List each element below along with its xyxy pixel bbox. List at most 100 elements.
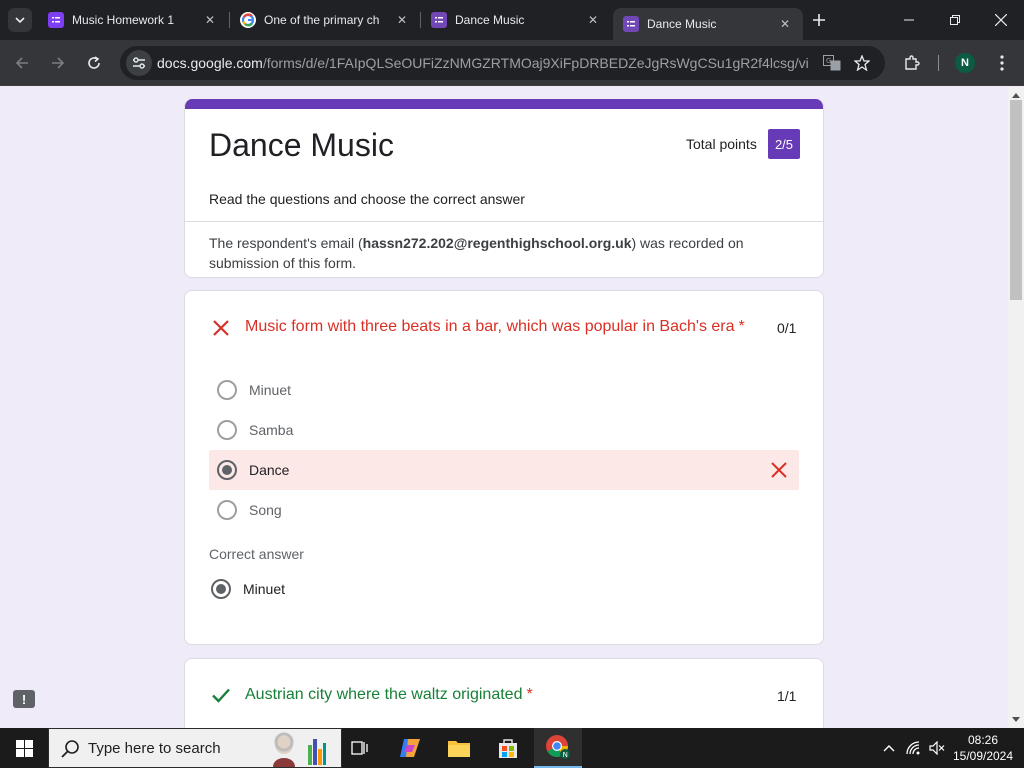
radio-button[interactable] [217,380,237,400]
option-samba[interactable]: Samba [209,410,799,450]
radio-button-checked [211,579,231,599]
svg-text:G: G [826,57,831,65]
chrome-taskbar-button[interactable]: N [534,728,582,768]
task-view-button[interactable] [336,728,384,768]
store-icon [499,739,517,758]
speaker-muted-icon [929,741,945,755]
question-score: 1/1 [777,688,797,704]
restore-icon [950,15,960,25]
tab-title: One of the primary ch [264,13,380,27]
google-g-icon [240,12,256,28]
bookmark-button[interactable] [848,49,876,77]
option-label: Song [249,502,282,518]
close-icon[interactable]: ✕ [585,12,601,28]
option-label: Samba [249,422,294,438]
close-icon[interactable]: ✕ [202,12,218,28]
svg-text:N: N [563,751,568,759]
show-hidden-icons-button[interactable] [878,728,900,768]
form-header-card: Dance Music Total points 2/5 Read the qu… [184,99,824,278]
tab-music-homework[interactable]: Music Homework 1 ✕ [38,6,228,34]
url-text[interactable]: docs.google.com/forms/d/e/1FAIpQLSeOUFiZ… [157,55,809,71]
restore-button[interactable] [932,0,978,40]
email-note-prefix: The respondent's email ( [209,235,363,251]
question-title: Music form with three beats in a bar, wh… [245,318,735,335]
radio-button-checked[interactable] [217,460,237,480]
question-text: Austrian city where the waltz originated… [245,686,533,704]
back-button[interactable] [8,49,36,77]
network-button[interactable] [903,728,925,768]
form-title: Dance Music [209,127,394,163]
minimize-button[interactable] [886,0,932,40]
copilot-button[interactable] [386,728,434,768]
tab-search-result[interactable]: One of the primary ch ✕ [230,6,420,34]
menu-button[interactable] [988,49,1016,77]
site-info-button[interactable] [126,50,152,76]
scroll-down-arrow-icon[interactable] [1012,717,1020,722]
radio-button[interactable] [217,420,237,440]
tab-title: Music Homework 1 [72,13,175,27]
form-description: Read the questions and choose the correc… [209,191,525,207]
reload-button[interactable] [80,49,108,77]
forward-arrow-icon [52,57,65,69]
extensions-button[interactable] [898,49,926,77]
correct-check-icon [212,688,230,703]
accent-band [185,99,823,109]
correct-answer-label: Minuet [243,581,286,597]
google-forms-icon [623,16,639,32]
forward-button[interactable] [44,49,72,77]
chrome-icon: N [546,735,570,759]
profile-avatar[interactable]: N [955,53,975,73]
plus-icon [813,14,825,26]
copilot-icon [400,739,420,757]
tab-title: Dance Music [647,17,717,31]
scrollbar-thumb[interactable] [1010,100,1022,300]
tune-icon [133,57,145,69]
page-scrollbar[interactable] [1008,87,1024,728]
divider [185,221,823,222]
task-view-icon [351,741,368,755]
address-bar[interactable]: docs.google.com/forms/d/e/1FAIpQLSeOUFiZ… [120,46,885,80]
translate-button[interactable]: G [818,49,846,77]
translate-icon: G [823,55,841,71]
report-problem-button[interactable]: ! [13,690,35,708]
close-icon[interactable]: ✕ [394,12,410,28]
tab-dance-music-active[interactable]: Dance Music ✕ [613,8,803,40]
puzzle-icon [905,55,920,70]
required-asterisk: * [738,318,745,335]
microsoft-store-button[interactable] [484,728,532,768]
tab-dance-music[interactable]: Dance Music ✕ [421,6,611,34]
correct-answer-header: Correct answer [209,546,304,562]
back-arrow-icon [15,57,28,69]
volume-button[interactable] [926,728,948,768]
scroll-up-arrow-icon[interactable] [1012,93,1020,98]
new-tab-button[interactable] [809,10,829,30]
question-card-2: Austrian city where the waltz originated… [184,658,824,728]
google-forms-icon [431,12,447,28]
total-points-label: Total points [686,136,757,152]
radio-button[interactable] [217,500,237,520]
tab-search-button[interactable] [8,8,32,32]
question-title: Austrian city where the waltz originated [245,686,523,703]
taskbar-search[interactable]: Type here to search [48,728,342,768]
wifi-icon [906,741,920,755]
close-icon[interactable]: ✕ [777,16,793,32]
close-window-button[interactable] [978,0,1024,40]
file-explorer-button[interactable] [435,728,483,768]
url-domain: docs.google.com [157,55,263,71]
option-dance-selected[interactable]: Dance [209,450,799,490]
search-icon [61,740,79,758]
start-button[interactable] [0,728,48,768]
respondent-email: hassn272.202@regenthighschool.org.uk [362,235,632,251]
email-note: The respondent's email (hassn272.202@reg… [209,233,769,273]
browser-toolbar: docs.google.com/forms/d/e/1FAIpQLSeOUFiZ… [0,40,1024,86]
option-label: Dance [249,462,290,478]
incorrect-x-icon [771,462,787,478]
option-song[interactable]: Song [209,490,799,530]
page-viewport: Dance Music Total points 2/5 Read the qu… [0,87,1008,728]
question-score: 0/1 [777,320,797,336]
chevron-down-icon [15,17,25,24]
question-card-1: Music form with three beats in a bar, wh… [184,290,824,645]
option-minuet[interactable]: Minuet [209,370,799,410]
clock-date: 15/09/2024 [952,749,1014,763]
system-clock[interactable]: 08:26 15/09/2024 [950,732,1016,764]
